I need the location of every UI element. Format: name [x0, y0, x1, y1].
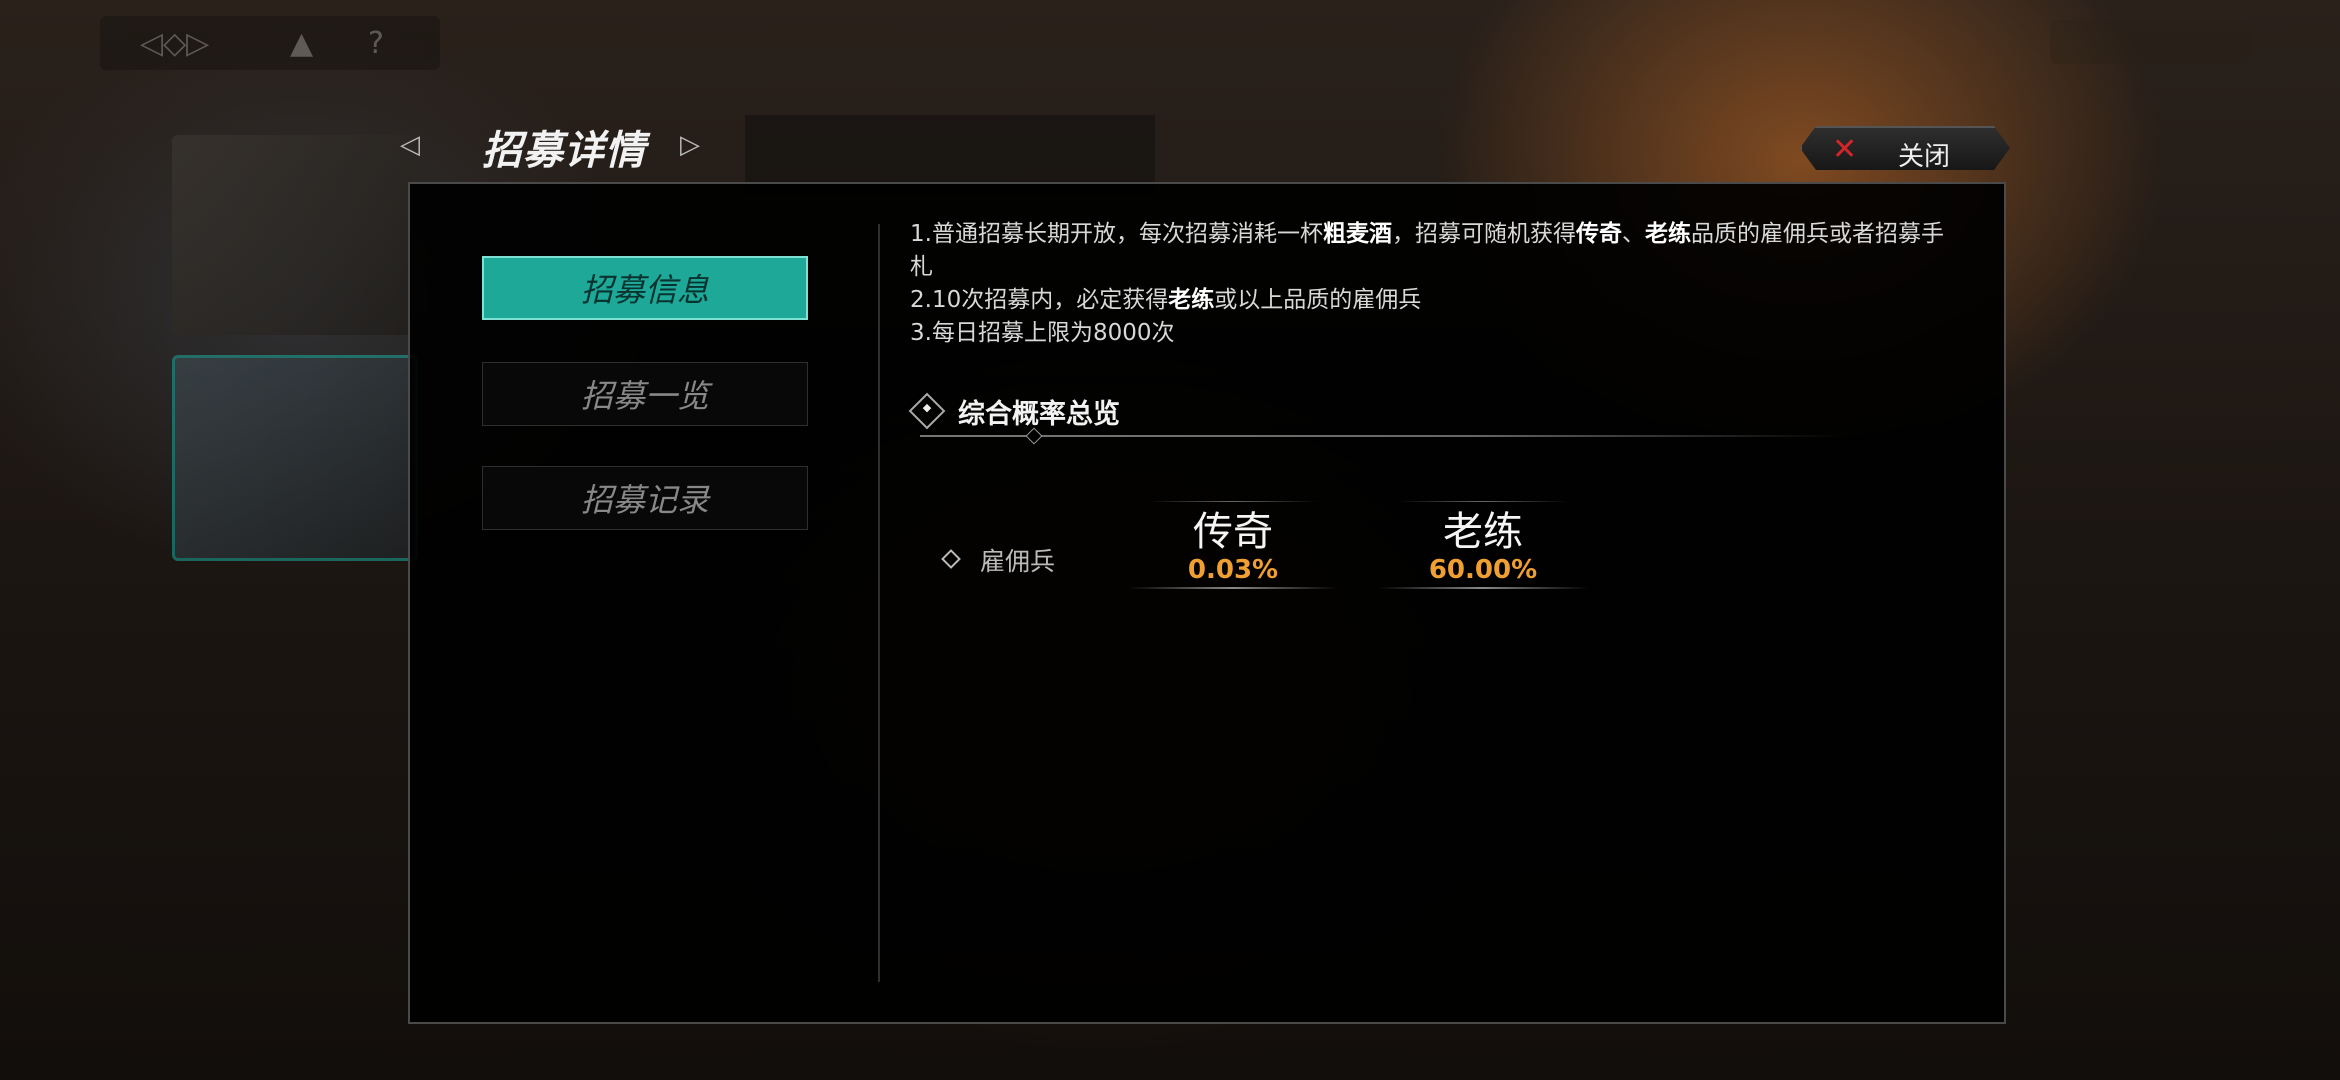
details-header: ◁ 招募详情 ▷	[400, 110, 720, 180]
rate-card-legendary: 传奇 0.03%	[1128, 501, 1338, 609]
eye-icon: ◁◇▷	[140, 26, 210, 61]
rule-line-2: 2.10次招募内，必定获得老练或以上品质的雇佣兵	[910, 287, 1422, 313]
page-title: 招募详情	[482, 128, 646, 174]
row-diamond-icon	[941, 549, 961, 569]
section-diamond-icon	[908, 392, 946, 430]
section-title: 综合概率总览	[958, 399, 1120, 430]
close-label: 关闭	[1898, 142, 1951, 172]
section-underline	[920, 435, 1840, 437]
help-icon: ?	[368, 26, 384, 61]
background-banner-card-selected	[172, 355, 418, 561]
mountain-icon: ▲	[290, 26, 314, 61]
rarity-name: 老练	[1443, 509, 1523, 555]
recruit-description: 1.普通招募长期开放，每次招募消耗一杯粗麦酒，招募可随机获得传奇、老练品质的雇佣…	[910, 218, 1950, 350]
rarity-name: 传奇	[1193, 509, 1273, 555]
close-button[interactable]: ✕ 关闭	[1800, 126, 2010, 172]
next-arrow-icon[interactable]: ▷	[680, 130, 700, 160]
tab-recruit-info[interactable]: 招募信息	[482, 256, 808, 320]
rule-line-3: 3.每日招募上限为8000次	[910, 320, 1175, 346]
recruit-details-panel: 招募信息 招募一览 招募记录 1.普通招募长期开放，每次招募消耗一杯粗麦酒，招募…	[408, 182, 2006, 1024]
probability-section-header: 综合概率总览	[908, 390, 1850, 445]
rarity-rate: 0.03%	[1187, 555, 1279, 585]
tab-recruit-overview[interactable]: 招募一览	[482, 362, 808, 426]
close-icon: ✕	[1832, 132, 1858, 167]
rule-line-1: 1.普通招募长期开放，每次招募消耗一杯粗麦酒，招募可随机获得传奇、老练品质的雇佣…	[910, 221, 1944, 280]
rarity-rate: 60.00%	[1428, 555, 1538, 585]
top-status-bar: ◁◇▷ ▲ ?	[100, 16, 440, 70]
panel-divider	[878, 224, 880, 982]
currency-bar	[2050, 20, 2250, 64]
background-banner-card	[172, 135, 412, 335]
rate-card-veteran: 老练 60.00%	[1378, 501, 1588, 609]
prev-arrow-icon[interactable]: ◁	[400, 130, 420, 160]
tab-recruit-history[interactable]: 招募记录	[482, 466, 808, 530]
